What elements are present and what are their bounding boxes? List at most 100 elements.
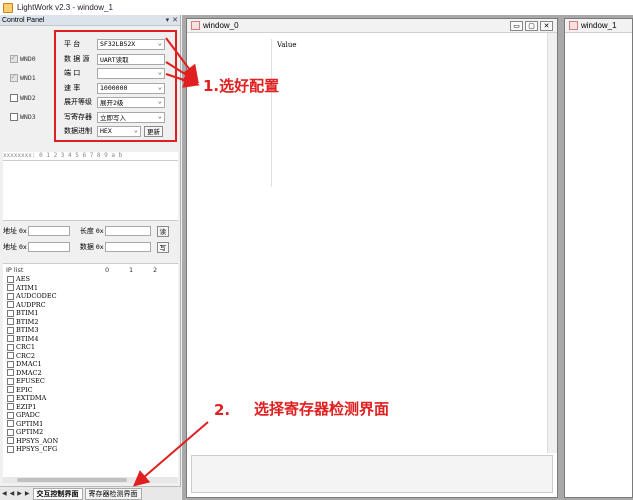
ip-list-item[interactable]: GPADC xyxy=(3,411,178,420)
ip-name: EZIP1 xyxy=(16,402,37,411)
read-button[interactable]: 读 xyxy=(156,225,169,237)
ip-checkbox[interactable] xyxy=(7,411,14,419)
window-0-title: window_0 xyxy=(203,21,239,30)
annotation-step2-number: 2. xyxy=(214,401,231,419)
window-1-title-bar[interactable]: window_1 xyxy=(565,19,632,33)
write-row-inputs: 地址 0x 数据 0x 写 xyxy=(3,241,169,253)
ip-checkbox[interactable] xyxy=(7,420,14,428)
ip-list-item[interactable]: DMAC1 xyxy=(3,360,178,369)
ip-list-item[interactable]: EZIP1 xyxy=(3,403,178,412)
ip-name: EFUSEC xyxy=(16,377,45,386)
app-icon xyxy=(3,2,13,13)
ip-list-item[interactable]: CRC1 xyxy=(3,343,178,352)
window-icon xyxy=(569,21,578,30)
wnd1-checkbox[interactable]: WND1 xyxy=(10,72,36,82)
ip-list-item[interactable]: HPSYS_AON xyxy=(3,437,178,446)
ip-list: IP list 0 1 2 AES ATIM1 AUDCODEC AUDPRC BTIM… xyxy=(3,263,178,477)
ip-col-2: 2 xyxy=(153,265,158,274)
ip-list-item[interactable]: DMAC2 xyxy=(3,369,178,378)
data-prefix: 0x xyxy=(95,243,104,251)
wnd0-checkbox[interactable]: WND0 xyxy=(10,53,36,63)
length-prefix: 0x xyxy=(95,227,104,235)
ip-name: BTIM3 xyxy=(16,326,39,335)
ip-name: HPSYS_CFG xyxy=(16,445,58,454)
write-data-input[interactable] xyxy=(104,242,151,252)
read-address-input[interactable] xyxy=(27,226,70,236)
checkbox-box xyxy=(10,94,18,102)
write-address-input[interactable] xyxy=(27,242,70,252)
ip-checkbox[interactable] xyxy=(7,403,14,411)
minimize-icon[interactable]: ▭ xyxy=(510,21,523,31)
ip-name: AUDCODEC xyxy=(16,292,57,301)
ip-list-item[interactable]: AUDPRC xyxy=(3,301,178,310)
wnd3-checkbox[interactable]: WND3 xyxy=(10,113,36,121)
ip-list-item[interactable]: AUDCODEC xyxy=(3,292,178,301)
ip-checkbox[interactable] xyxy=(7,318,14,326)
control-panel-header: Control Panel ▾ ✕ xyxy=(0,15,180,26)
ip-checkbox[interactable] xyxy=(7,437,14,445)
ip-list-item[interactable]: BTIM3 xyxy=(3,326,178,335)
ip-list-item[interactable]: EFUSEC xyxy=(3,377,178,386)
ip-list-item[interactable]: EPIC xyxy=(3,386,178,395)
length-label: 长度 xyxy=(79,227,94,235)
ip-checkbox[interactable] xyxy=(7,352,14,360)
app-title-bar: LightWork v2.3 - window_1 xyxy=(0,0,633,15)
ip-list-item[interactable]: BTIM1 xyxy=(3,309,178,318)
tab-register-detection[interactable]: 寄存器检测界面 xyxy=(84,487,142,500)
ip-name: HPSYS_AON xyxy=(16,436,59,445)
tab-interactive-control[interactable]: 交互控制界面 xyxy=(32,487,83,500)
ip-list-item[interactable]: AES xyxy=(3,275,178,284)
hex-header: xxxxxxxx: 0 1 2 3 4 5 6 7 8 9 a b xyxy=(3,152,178,161)
ip-list-item[interactable]: HPSYS_CFG xyxy=(3,445,178,454)
ip-list-scrollbar[interactable] xyxy=(3,477,178,483)
ip-checkbox[interactable] xyxy=(7,394,14,402)
write-button[interactable]: 写 xyxy=(156,241,169,253)
data-label: 数据 xyxy=(79,243,94,251)
ip-checkbox[interactable] xyxy=(7,360,14,368)
ip-col-1: 1 xyxy=(129,265,134,274)
checkbox-box xyxy=(10,53,18,63)
ip-checkbox[interactable] xyxy=(7,309,14,317)
ip-list-item[interactable]: GPTIM1 xyxy=(3,420,178,429)
ip-list-item[interactable]: GPTIM2 xyxy=(3,428,178,437)
ip-name: EXTDMA xyxy=(16,394,47,403)
window-icon xyxy=(191,21,200,30)
ip-name: AUDPRC xyxy=(16,300,46,309)
ip-name: ATIM1 xyxy=(16,283,39,292)
ip-checkbox[interactable] xyxy=(7,343,14,351)
addr-label: 地址 xyxy=(3,227,17,235)
pin-dropdown-icon[interactable]: ▾ xyxy=(166,16,170,24)
ip-checkbox[interactable] xyxy=(7,377,14,385)
ip-name: GPTIM2 xyxy=(16,428,44,437)
scrollbar-thumb[interactable] xyxy=(17,478,127,482)
tab-prev-icon[interactable]: ◀ xyxy=(10,490,15,497)
ip-list-item[interactable]: CRC2 xyxy=(3,352,178,361)
tab-first-icon[interactable]: ◀ xyxy=(2,490,7,497)
window-0-controls: ▭ ▢ ✕ xyxy=(508,21,553,31)
wnd1-label: WND1 xyxy=(20,74,36,82)
ip-checkbox[interactable] xyxy=(7,284,14,292)
ip-checkbox[interactable] xyxy=(7,326,14,334)
ip-checkbox[interactable] xyxy=(7,386,14,394)
ip-list-item[interactable]: EXTDMA xyxy=(3,394,178,403)
ip-checkbox[interactable] xyxy=(7,445,14,453)
annotation-step1: 1.选好配置 xyxy=(203,77,280,95)
tab-last-icon[interactable]: ▶ xyxy=(25,490,30,497)
close-panel-icon[interactable]: ✕ xyxy=(172,16,178,24)
maximize-icon[interactable]: ▢ xyxy=(525,21,538,31)
window-0-scrollbar[interactable] xyxy=(547,33,557,453)
ip-checkbox[interactable] xyxy=(7,275,14,283)
ip-list-item[interactable]: BTIM2 xyxy=(3,318,178,327)
close-icon[interactable]: ✕ xyxy=(540,21,553,31)
read-length-input[interactable] xyxy=(104,226,151,236)
ip-checkbox[interactable] xyxy=(7,369,14,377)
tab-next-icon[interactable]: ▶ xyxy=(17,490,22,497)
ip-list-item[interactable]: ATIM1 xyxy=(3,284,178,293)
ip-list-item[interactable]: BTIM4 xyxy=(3,335,178,344)
ip-checkbox[interactable] xyxy=(7,292,14,300)
ip-checkbox[interactable] xyxy=(7,428,14,436)
ip-checkbox[interactable] xyxy=(7,335,14,343)
wnd2-checkbox[interactable]: WND2 xyxy=(10,94,36,102)
window-0-title-bar[interactable]: window_0 ▭ ▢ ✕ xyxy=(187,19,557,33)
ip-checkbox[interactable] xyxy=(7,301,14,309)
